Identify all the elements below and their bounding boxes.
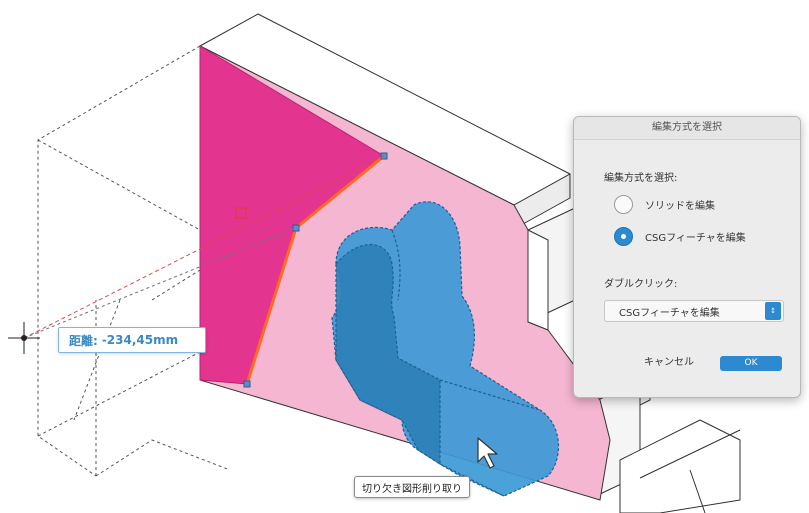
distance-measurement[interactable]: 距離: -234,45mm xyxy=(58,327,206,353)
double-click-label: ダブルクリック: xyxy=(604,279,678,290)
radio-off-icon[interactable] xyxy=(614,195,633,214)
option-edit-solid[interactable]: ソリッドを編集 xyxy=(614,195,715,214)
double-click-value: CSGフィーチャを編集 xyxy=(619,307,720,319)
dialog-title: 編集方式を選択 xyxy=(574,117,800,140)
cancel-button[interactable]: キャンセル xyxy=(624,353,714,373)
ok-button[interactable]: OK xyxy=(720,356,782,371)
distance-label: 距離: xyxy=(69,333,98,348)
tooltip-text: 切り欠き図形削り取り xyxy=(362,483,462,495)
edit-mode-dialog: 編集方式を選択 編集方式を選択: ソリッドを編集 CSGフィーチャを編集 ダブル… xyxy=(573,116,801,398)
hover-tooltip: 切り欠き図形削り取り xyxy=(354,476,470,498)
option-label: ソリッドを編集 xyxy=(645,201,715,212)
double-click-select[interactable]: CSGフィーチャを編集 ↕ xyxy=(604,300,784,322)
option-edit-csg-feature[interactable]: CSGフィーチャを編集 xyxy=(614,227,746,246)
edit-mode-label: 編集方式を選択: xyxy=(604,173,678,184)
edge-handle[interactable] xyxy=(243,380,251,388)
distance-value: -234,45mm xyxy=(101,333,179,347)
option-label: CSGフィーチャを編集 xyxy=(645,233,746,244)
crosshair-icon xyxy=(8,322,40,354)
radio-on-icon[interactable] xyxy=(614,227,633,246)
chevron-updown-icon[interactable]: ↕ xyxy=(765,302,781,320)
